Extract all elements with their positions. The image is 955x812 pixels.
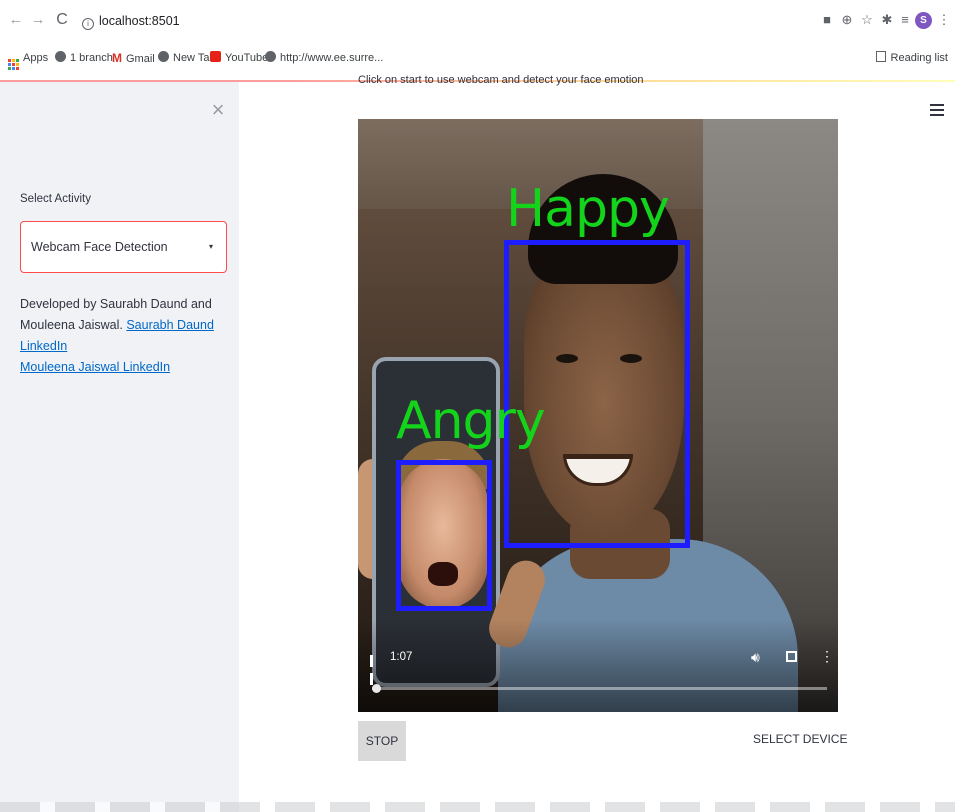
globe-icon (158, 51, 169, 62)
bookmark-ee-surrey[interactable]: http://www.ee.surre... (265, 50, 383, 66)
activity-select-value: Webcam Face Detection (31, 240, 168, 254)
stop-button[interactable]: STOP (358, 721, 406, 761)
reading-list-button[interactable]: Reading list (875, 50, 948, 66)
activity-select[interactable]: Webcam Face Detection ▾ (20, 221, 227, 273)
select-device-button[interactable]: SELECT DEVICE (753, 732, 847, 746)
browser-menu-icon[interactable]: ⋮ (935, 11, 953, 29)
reading-list-label: Reading list (890, 52, 948, 64)
browser-chrome: ← → C i localhost:8501 ■ ⊕ ☆ ✱ ≡ S ⋮ Apps… (0, 0, 955, 82)
chevron-down-icon: ▾ (208, 242, 213, 251)
bookmark-label: http://www.ee.surre... (280, 52, 384, 64)
bookmark-label: YouTube (225, 52, 269, 64)
instruction-text: Click on start to use webcam and detect … (358, 74, 644, 86)
bookmark-youtube[interactable]: YouTube (210, 50, 268, 66)
back-button[interactable]: ← (6, 10, 26, 30)
apps-grid-icon (8, 59, 19, 70)
address-bar-row: ← → C i localhost:8501 ■ ⊕ ☆ ✱ ≡ S ⋮ (0, 8, 955, 34)
about-text: Developed by Saurabh Daund and Mouleena … (20, 294, 232, 378)
pause-icon[interactable] (370, 654, 380, 685)
bookmark-apps[interactable]: Apps (8, 50, 49, 70)
bookmarks-bar: Apps 1 branch M Gmail New Tab YouTube htt… (0, 46, 955, 70)
forward-button[interactable]: → (28, 10, 48, 30)
globe-icon (265, 51, 276, 62)
video-controls-shade (358, 619, 838, 712)
bookmark-gmail[interactable]: M Gmail (112, 50, 155, 66)
sidebar: × Select Activity Webcam Face Detection … (0, 82, 239, 812)
profile-avatar[interactable]: S (915, 12, 932, 29)
emotion-label-happy: Happy (506, 179, 670, 239)
youtube-icon (210, 51, 221, 62)
more-options-icon[interactable]: ⋮ (820, 649, 834, 663)
mouleena-linkedin-link[interactable]: Mouleena Jaiswal LinkedIn (20, 360, 170, 374)
extensions-icon[interactable]: ✱ (878, 11, 896, 29)
detection-box-angry (396, 460, 492, 611)
bookmark-label: Apps (23, 52, 49, 64)
video-progress-track[interactable] (372, 687, 827, 690)
bookmark-star-icon[interactable]: ☆ (858, 11, 876, 29)
hamburger-menu-icon[interactable] (930, 104, 944, 116)
url-bar[interactable]: i localhost:8501 (82, 9, 722, 33)
select-activity-label: Select Activity (20, 193, 91, 205)
volume-icon[interactable]: 🔊︎ (751, 649, 760, 666)
bookmark-new-tab[interactable]: New Tab (158, 50, 216, 66)
reload-button[interactable]: C (52, 10, 72, 30)
globe-icon (55, 51, 66, 62)
reading-list-icon (875, 51, 886, 62)
close-sidebar-icon[interactable]: × (207, 99, 229, 121)
cropped-content-row (0, 802, 955, 812)
camera-indicator-icon[interactable]: ■ (818, 11, 836, 29)
webcam-video[interactable]: Happy Angry 1:07 🔊︎ ⋮ (358, 119, 838, 712)
zoom-icon[interactable]: ⊕ (838, 11, 856, 29)
fullscreen-icon[interactable] (786, 651, 797, 662)
main-content: Click on start to use webcam and detect … (239, 74, 955, 812)
video-time: 1:07 (390, 651, 413, 663)
url-text: localhost:8501 (99, 14, 180, 28)
emotion-label-angry: Angry (396, 391, 546, 451)
media-queue-icon[interactable]: ≡ (896, 11, 914, 29)
bookmark-label: 1 branch (70, 52, 113, 64)
gmail-icon: M (112, 51, 122, 65)
video-progress-knob[interactable] (372, 684, 382, 693)
bookmark-1-branch[interactable]: 1 branch (55, 50, 113, 66)
bookmark-label: Gmail (126, 53, 155, 65)
site-info-icon[interactable]: i (82, 18, 94, 30)
